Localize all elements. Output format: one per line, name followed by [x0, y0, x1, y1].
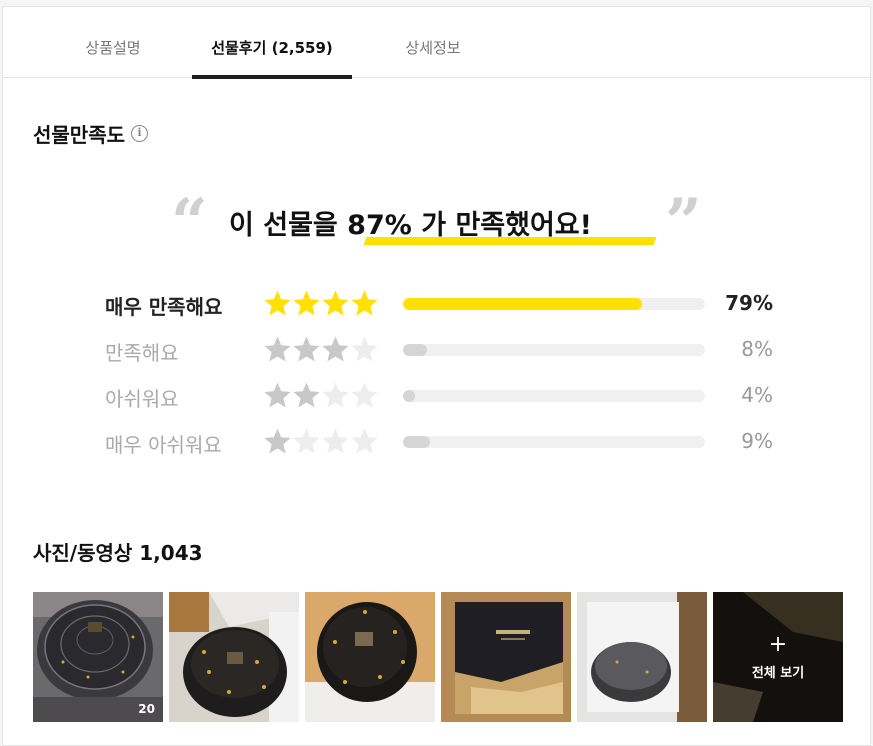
star-rating — [263, 381, 379, 410]
view-all-overlay: + 전체 보기 — [713, 592, 843, 722]
review-photo-thumbnail[interactable] — [577, 592, 707, 722]
review-photo-thumbnail[interactable]: 20 — [33, 592, 163, 722]
tab-label: 상품설명 — [85, 39, 141, 57]
cake-photo-image — [169, 592, 299, 722]
rating-label: 만족해요 — [105, 341, 179, 365]
rating-bar-fill — [403, 390, 416, 402]
open-quote-icon: “ — [171, 185, 208, 260]
star-icon — [264, 336, 291, 362]
star-icon — [322, 382, 349, 408]
tab-product-description[interactable]: 상품설명 — [43, 7, 183, 78]
star-icon — [264, 428, 291, 454]
cake-photo-image — [577, 592, 707, 722]
star-rating — [263, 335, 379, 364]
view-all-media-button[interactable]: + 전체 보기 — [713, 592, 843, 722]
review-photo-thumbnail[interactable] — [305, 592, 435, 722]
star-icon — [264, 382, 291, 408]
view-all-label: 전체 보기 — [751, 665, 805, 681]
satisfaction-title-text: 선물만족도 — [33, 123, 125, 147]
rating-bar — [403, 390, 705, 402]
star-rating — [263, 289, 379, 318]
media-thumbnails: 20 + 전체 보기 — [33, 592, 849, 722]
rating-percent: 9% — [741, 429, 773, 453]
rating-bar-fill — [403, 298, 642, 310]
star-icon — [351, 336, 378, 362]
active-tab-indicator — [192, 75, 352, 79]
star-icon — [293, 428, 320, 454]
rating-bar — [403, 436, 705, 448]
close-quote-icon: ” — [665, 185, 702, 260]
headline-prefix: 이 선물을 — [229, 210, 348, 241]
plus-icon: + — [768, 631, 788, 657]
star-icon — [351, 382, 378, 408]
star-icon — [293, 382, 320, 408]
rating-row: 매우 만족해요 79% — [105, 289, 785, 319]
rating-row: 만족해요 8% — [105, 335, 785, 365]
star-icon — [351, 428, 378, 454]
star-rating — [263, 427, 379, 456]
rating-percent: 4% — [741, 383, 773, 407]
tab-detail-info[interactable]: 상세정보 — [363, 7, 503, 78]
gift-box-photo-image — [441, 592, 571, 722]
rating-bar — [403, 344, 705, 356]
rating-percent: 8% — [741, 337, 773, 361]
satisfaction-headline: 이 선물을 87% 가 만족했어요! — [229, 203, 592, 242]
star-icon — [322, 290, 349, 316]
rating-label: 매우 아쉬워요 — [105, 433, 222, 457]
media-section-title: 사진/동영상 1,043 — [33, 541, 203, 565]
headline-suffix: 만족했어요! — [446, 210, 592, 241]
rating-bar — [403, 298, 705, 310]
star-icon — [322, 428, 349, 454]
rating-label: 매우 만족해요 — [105, 295, 223, 319]
star-icon — [322, 336, 349, 362]
cake-photo-image — [305, 592, 435, 722]
star-icon — [293, 336, 320, 362]
rating-bar-fill — [403, 344, 428, 356]
rating-label: 아쉬워요 — [105, 387, 179, 411]
tab-label: 선물후기 (2,559) — [211, 39, 333, 57]
tab-bar: 상품설명 선물후기 (2,559) 상세정보 — [3, 7, 870, 79]
star-icon — [351, 290, 378, 316]
rating-percent: 79% — [725, 291, 773, 315]
review-photo-thumbnail[interactable] — [441, 592, 571, 722]
satisfaction-title: 선물만족도 i — [33, 119, 148, 148]
star-icon — [264, 290, 291, 316]
star-icon — [293, 290, 320, 316]
info-icon[interactable]: i — [131, 125, 148, 142]
tab-label: 상세정보 — [405, 39, 461, 57]
rating-row: 매우 아쉬워요 9% — [105, 427, 785, 457]
rating-bar-fill — [403, 436, 431, 448]
rating-row: 아쉬워요 4% — [105, 381, 785, 411]
gift-review-card: 상품설명 선물후기 (2,559) 상세정보 선물만족도 i “ ” 이 선물을… — [2, 6, 871, 746]
headline-percent: 87% 가 — [347, 210, 447, 241]
review-photo-thumbnail[interactable] — [169, 592, 299, 722]
photo-count-badge: 20 — [138, 702, 155, 716]
tab-gift-reviews[interactable]: 선물후기 (2,559) — [192, 7, 352, 79]
